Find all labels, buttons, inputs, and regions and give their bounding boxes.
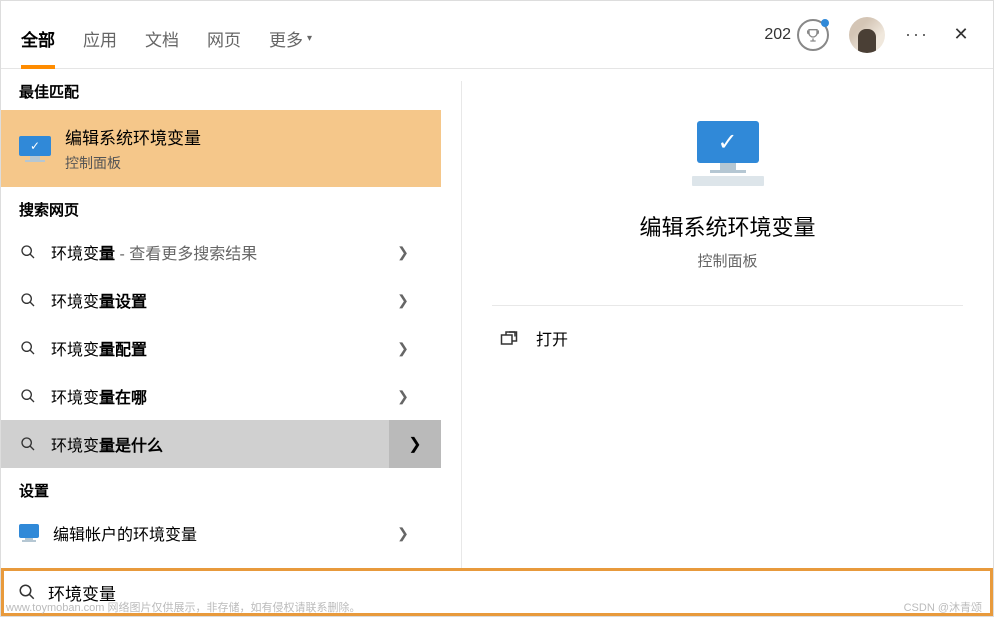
web-result-item[interactable]: 环境变量 - 查看更多搜索结果 ❯ bbox=[1, 228, 441, 276]
open-label: 打开 bbox=[536, 326, 568, 350]
rewards-points[interactable]: 202 bbox=[764, 19, 829, 51]
tab-web[interactable]: 网页 bbox=[207, 1, 241, 68]
settings-result-item[interactable]: 编辑帐户的环境变量 ❯ bbox=[1, 509, 441, 557]
web-result-text: 环境变量配置 bbox=[51, 336, 369, 360]
more-options-icon[interactable]: ··· bbox=[905, 24, 929, 45]
system-settings-icon: ✓ bbox=[19, 136, 51, 162]
web-result-text: 环境变量设置 bbox=[51, 288, 369, 312]
tab-all[interactable]: 全部 bbox=[21, 1, 55, 68]
tab-more-label: 更多 bbox=[269, 26, 303, 51]
search-icon bbox=[19, 387, 37, 405]
settings-header: 设置 bbox=[1, 468, 441, 509]
search-icon bbox=[19, 435, 37, 453]
settings-result-text: 编辑帐户的环境变量 bbox=[53, 521, 369, 545]
best-match-header: 最佳匹配 bbox=[1, 69, 441, 110]
detail-panel: ✓ 编辑系统环境变量 控制面板 打开 bbox=[461, 81, 993, 568]
search-icon bbox=[19, 243, 37, 261]
chevron-right-icon[interactable]: ❯ bbox=[389, 420, 441, 468]
watermark-left: www.toymoban.com 网络图片仅供展示，非存储，如有侵权请联系删除。 bbox=[6, 599, 360, 615]
chevron-right-icon[interactable]: ❯ bbox=[383, 244, 423, 261]
header-right: 202 ··· ✕ bbox=[764, 17, 973, 53]
web-result-text: 环境变量在哪 bbox=[51, 384, 369, 408]
tab-apps[interactable]: 应用 bbox=[83, 1, 117, 68]
chevron-right-icon[interactable]: ❯ bbox=[383, 340, 423, 357]
header-bar: 全部 应用 文档 网页 更多 ▾ 202 ··· ✕ bbox=[1, 1, 993, 69]
best-match-title: 编辑系统环境变量 bbox=[65, 124, 201, 149]
search-icon bbox=[19, 291, 37, 309]
results-panel: 最佳匹配 ✓ 编辑系统环境变量 控制面板 搜索网页 环境变量 - 查看更多搜索结… bbox=[1, 69, 441, 568]
system-settings-icon bbox=[19, 524, 39, 542]
tab-documents[interactable]: 文档 bbox=[145, 1, 179, 68]
chevron-right-icon[interactable]: ❯ bbox=[383, 525, 423, 542]
open-action[interactable]: 打开 bbox=[492, 306, 963, 370]
points-value: 202 bbox=[764, 26, 791, 44]
web-result-item[interactable]: 环境变量设置 ❯ bbox=[1, 276, 441, 324]
web-search-header: 搜索网页 bbox=[1, 187, 441, 228]
system-settings-icon: ✓ bbox=[692, 121, 764, 186]
web-result-item[interactable]: 环境变量是什么 ❯ bbox=[1, 420, 441, 468]
trophy-icon bbox=[797, 19, 829, 51]
open-icon bbox=[500, 330, 518, 346]
detail-title: 编辑系统环境变量 bbox=[492, 210, 963, 242]
chevron-right-icon[interactable]: ❯ bbox=[383, 388, 423, 405]
chevron-down-icon: ▾ bbox=[307, 33, 312, 44]
close-icon[interactable]: ✕ bbox=[949, 24, 973, 45]
watermark-right: CSDN @沐青颂 bbox=[904, 599, 982, 615]
web-result-item[interactable]: 环境变量在哪 ❯ bbox=[1, 372, 441, 420]
search-icon bbox=[19, 339, 37, 357]
filter-tabs: 全部 应用 文档 网页 更多 ▾ bbox=[21, 1, 312, 68]
user-avatar[interactable] bbox=[849, 17, 885, 53]
best-match-subtitle: 控制面板 bbox=[65, 153, 201, 173]
web-result-text: 环境变量 - 查看更多搜索结果 bbox=[51, 240, 369, 264]
web-result-text: 环境变量是什么 bbox=[51, 432, 423, 456]
best-match-item[interactable]: ✓ 编辑系统环境变量 控制面板 bbox=[1, 110, 441, 187]
web-result-item[interactable]: 环境变量配置 ❯ bbox=[1, 324, 441, 372]
detail-subtitle: 控制面板 bbox=[492, 250, 963, 306]
tab-more[interactable]: 更多 ▾ bbox=[269, 1, 312, 68]
chevron-right-icon[interactable]: ❯ bbox=[383, 292, 423, 309]
